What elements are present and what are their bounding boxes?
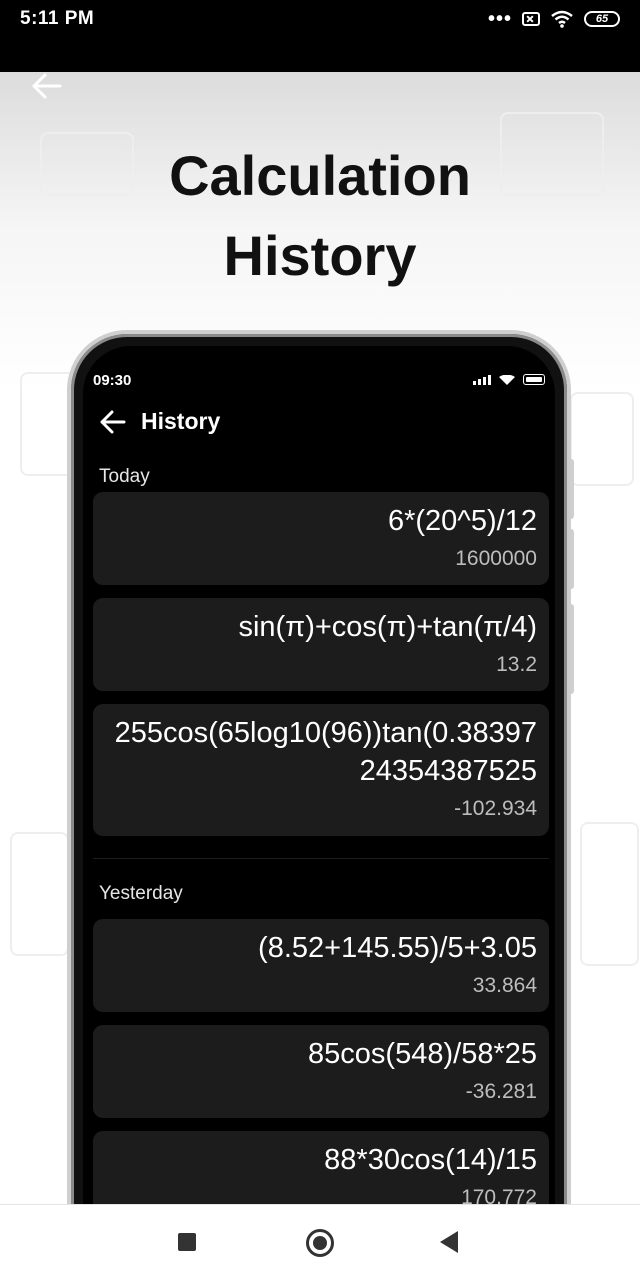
status-time: 5:11 PM	[20, 8, 95, 29]
background-doodle	[580, 822, 639, 966]
section-divider	[93, 858, 549, 859]
history-result: -36.281	[465, 1080, 537, 1103]
history-result: 33.864	[472, 974, 537, 997]
navigation-bar	[0, 1204, 640, 1281]
history-title: History	[141, 408, 221, 434]
headline-line-1: Calculation	[169, 144, 471, 207]
history-result: 13.2	[496, 653, 537, 676]
history-item[interactable]: 255cos(65log10(96))tan(0.383972435438752…	[93, 704, 549, 836]
history-item[interactable]: (8.52+145.55)/5+3.05 33.864	[93, 919, 549, 1012]
signal-icon	[473, 374, 491, 385]
phone-mockup: 09:30 History Today 6*(20^5)/12 1600000	[67, 330, 574, 1204]
history-expression: 88*30cos(14)/15	[324, 1144, 537, 1176]
history-item[interactable]: sin(π)+cos(π)+tan(π/4) 13.2	[93, 598, 549, 691]
section-label-today: Today	[99, 466, 150, 487]
phone-side-button	[568, 604, 574, 694]
device-time: 09:30	[93, 372, 132, 389]
history-result: -102.934	[454, 797, 537, 820]
section-label-yesterday: Yesterday	[99, 883, 183, 904]
history-expression: 6*(20^5)/12	[387, 505, 537, 537]
history-expression: 85cos(548)/58*25	[308, 1038, 537, 1070]
home-circle-icon[interactable]	[306, 1229, 334, 1257]
phone-side-button	[568, 529, 574, 589]
battery-icon	[523, 374, 545, 385]
headline-line-2: History	[223, 224, 417, 287]
device-status-icons	[473, 374, 545, 385]
background-doodle	[570, 392, 634, 486]
back-arrow-icon[interactable]	[99, 410, 127, 434]
history-item[interactable]: 85cos(548)/58*25 -36.281	[93, 1025, 549, 1118]
history-item[interactable]: 88*30cos(14)/15 170.772	[93, 1131, 549, 1204]
history-header: History	[99, 408, 220, 435]
battery-icon: 65	[584, 11, 620, 27]
phone-screen: 09:30 History Today 6*(20^5)/12 1600000	[83, 346, 555, 1204]
wifi-icon	[551, 10, 573, 28]
notification-box-icon	[522, 12, 540, 26]
status-icons: ••• 65	[487, 8, 620, 30]
history-item[interactable]: 6*(20^5)/12 1600000	[93, 492, 549, 585]
background-doodle	[10, 832, 69, 956]
arrow-left-icon[interactable]	[30, 72, 64, 100]
back-triangle-icon[interactable]	[440, 1231, 458, 1253]
status-bar: 5:11 PM ••• 65	[0, 0, 640, 72]
history-result: 170.772	[461, 1186, 537, 1204]
phone-side-button	[568, 459, 574, 519]
more-dots-icon: •••	[487, 8, 512, 30]
history-expression: (8.52+145.55)/5+3.05	[258, 932, 537, 964]
promo-banner: Calculation History 09:30 History Today	[0, 72, 640, 1204]
recents-square-icon[interactable]	[178, 1233, 196, 1251]
history-expression: 255cos(65log10(96))tan(0.383972435438752…	[114, 717, 537, 787]
wifi-icon	[499, 374, 515, 385]
history-expression: sin(π)+cos(π)+tan(π/4)	[238, 611, 537, 643]
history-result: 1600000	[455, 547, 537, 570]
